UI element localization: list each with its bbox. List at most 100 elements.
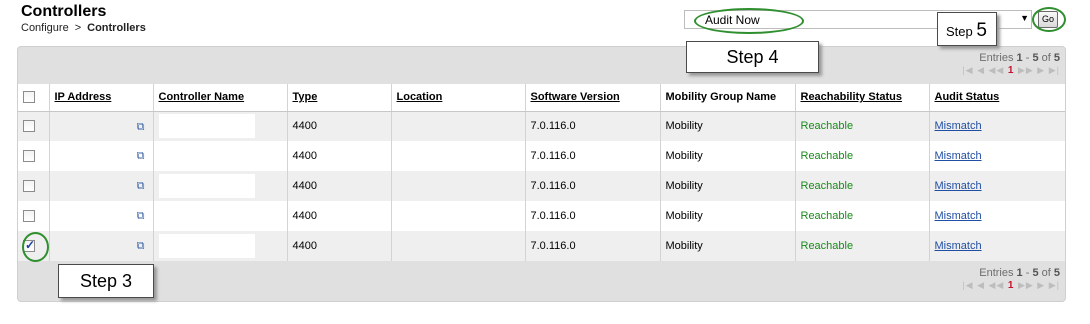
column-software-version[interactable]: Software Version (531, 91, 620, 103)
row-checkbox[interactable] (23, 120, 35, 133)
external-link-icon[interactable]: ⧉ (137, 210, 145, 223)
step5-word: Step (946, 24, 973, 39)
external-link-icon[interactable]: ⧉ (137, 180, 145, 193)
pager-top: Entries 1 - 5 of 5 |◀ ◀ ◀◀ 1 ▶▶ ▶ ▶| (962, 52, 1060, 76)
audit-status-link[interactable]: Mismatch (935, 150, 982, 162)
location-cell (391, 231, 526, 261)
row-checkbox[interactable] (23, 150, 35, 163)
step5-number: 5 (976, 20, 987, 41)
external-link-icon[interactable]: ⧉ (137, 150, 145, 163)
prev-page-icon[interactable]: ◀ (977, 280, 985, 290)
table-row[interactable]: ⧉ 4400 7.0.116.0 Mobility Reachable Mism… (18, 111, 1065, 141)
audit-status-link[interactable]: Mismatch (935, 180, 982, 192)
column-type[interactable]: Type (293, 91, 318, 103)
first-page-icon[interactable]: |◀ (962, 65, 973, 75)
pager-nav-bottom: |◀ ◀ ◀◀ 1 ▶▶ ▶ ▶| (962, 280, 1060, 291)
pager-entries-bottom: Entries 1 - 5 of 5 (962, 267, 1060, 279)
reachability-cell: Reachable (795, 231, 930, 261)
audit-status-link[interactable]: Mismatch (935, 210, 982, 222)
type-cell: 4400 (287, 111, 392, 141)
current-page[interactable]: 1 (1008, 280, 1015, 291)
prev-page-icon[interactable]: ◀ (977, 65, 985, 75)
type-cell: 4400 (287, 171, 392, 201)
breadcrumb: Configure > Controllers (21, 22, 146, 34)
step5-callout: Step 5 (937, 12, 997, 46)
range-sep: - (1022, 52, 1033, 64)
reachability-cell: Reachable (795, 171, 930, 201)
last-page-icon[interactable]: ▶| (1049, 65, 1060, 75)
total-count: 5 (1053, 52, 1060, 64)
software-cell: 7.0.116.0 (525, 111, 661, 141)
highlight-ring-go (1032, 7, 1066, 32)
dropdown-arrow-icon[interactable]: ▼ (1020, 13, 1029, 23)
reachability-cell: Reachable (795, 111, 930, 141)
mobility-cell: Mobility (660, 141, 796, 171)
pager-entries-top: Entries 1 - 5 of 5 (962, 52, 1060, 64)
type-cell: 4400 (287, 201, 392, 231)
column-controller-name[interactable]: Controller Name (159, 91, 245, 103)
highlight-ring-audit-now (694, 8, 804, 34)
breadcrumb-separator: > (74, 22, 82, 34)
audit-status-link[interactable]: Mismatch (935, 120, 982, 132)
controller-name (158, 114, 255, 139)
table-row[interactable]: ⧉ 4400 7.0.116.0 Mobility Reachable Mism… (18, 201, 1065, 231)
controllers-table: IP Address Controller Name Type Location… (18, 84, 1065, 261)
step4-callout: Step 4 (686, 41, 819, 73)
row-checkbox[interactable] (23, 210, 35, 223)
next-block-icon[interactable]: ▶▶ (1018, 280, 1034, 290)
column-reachability[interactable]: Reachability Status (801, 91, 902, 103)
prev-block-icon[interactable]: ◀◀ (989, 280, 1005, 290)
external-link-icon[interactable]: ⧉ (137, 121, 145, 134)
software-cell: 7.0.116.0 (525, 231, 661, 261)
column-ip-address[interactable]: IP Address (55, 91, 112, 103)
next-page-icon[interactable]: ▶ (1037, 280, 1045, 290)
step3-callout: Step 3 (58, 264, 154, 298)
mobility-cell: Mobility (660, 231, 796, 261)
location-cell (391, 171, 526, 201)
controller-name (158, 144, 255, 168)
table-row[interactable]: ⧉ 4400 7.0.116.0 Mobility Reachable Mism… (18, 231, 1065, 261)
mobility-cell: Mobility (660, 111, 796, 141)
controller-name (158, 174, 255, 198)
audit-status-link[interactable]: Mismatch (935, 240, 982, 252)
table-row[interactable]: ⧉ 4400 7.0.116.0 Mobility Reachable Mism… (18, 141, 1065, 171)
prev-block-icon[interactable]: ◀◀ (989, 65, 1005, 75)
location-cell (391, 201, 526, 231)
software-cell: 7.0.116.0 (525, 141, 661, 171)
pager-nav-top: |◀ ◀ ◀◀ 1 ▶▶ ▶ ▶| (962, 65, 1060, 76)
mobility-cell: Mobility (660, 171, 796, 201)
location-cell (391, 111, 526, 141)
select-all-checkbox[interactable] (23, 91, 35, 104)
reachability-cell: Reachable (795, 141, 930, 171)
of-label: of (1038, 267, 1054, 279)
type-cell: 4400 (287, 141, 392, 171)
reachability-cell: Reachable (795, 201, 930, 231)
row-checkbox[interactable] (23, 180, 35, 193)
column-mobility-group: Mobility Group Name (665, 91, 777, 104)
controller-name (158, 234, 255, 258)
external-link-icon[interactable]: ⧉ (137, 240, 145, 253)
first-page-icon[interactable]: |◀ (962, 280, 973, 290)
mobility-cell: Mobility (660, 201, 796, 231)
type-cell: 4400 (287, 231, 392, 261)
entries-label: Entries (979, 52, 1014, 64)
highlight-ring-checkbox (22, 232, 49, 262)
controller-name (158, 204, 255, 228)
next-block-icon[interactable]: ▶▶ (1018, 65, 1034, 75)
pager-bottom: Entries 1 - 5 of 5 |◀ ◀ ◀◀ 1 ▶▶ ▶ ▶| (962, 267, 1060, 291)
table-row[interactable]: ⧉ 4400 7.0.116.0 Mobility Reachable Mism… (18, 171, 1065, 201)
entries-label: Entries (979, 267, 1014, 279)
software-cell: 7.0.116.0 (525, 171, 661, 201)
breadcrumb-configure[interactable]: Configure (21, 22, 69, 34)
of-label: of (1038, 52, 1054, 64)
software-cell: 7.0.116.0 (525, 201, 661, 231)
last-page-icon[interactable]: ▶| (1049, 280, 1060, 290)
column-location[interactable]: Location (397, 91, 443, 103)
table-header-row: IP Address Controller Name Type Location… (18, 84, 1065, 112)
location-cell (391, 141, 526, 171)
column-audit-status[interactable]: Audit Status (935, 91, 1000, 103)
next-page-icon[interactable]: ▶ (1037, 65, 1045, 75)
page-title: Controllers (21, 3, 107, 20)
current-page[interactable]: 1 (1008, 65, 1015, 76)
range-sep: - (1022, 267, 1033, 279)
